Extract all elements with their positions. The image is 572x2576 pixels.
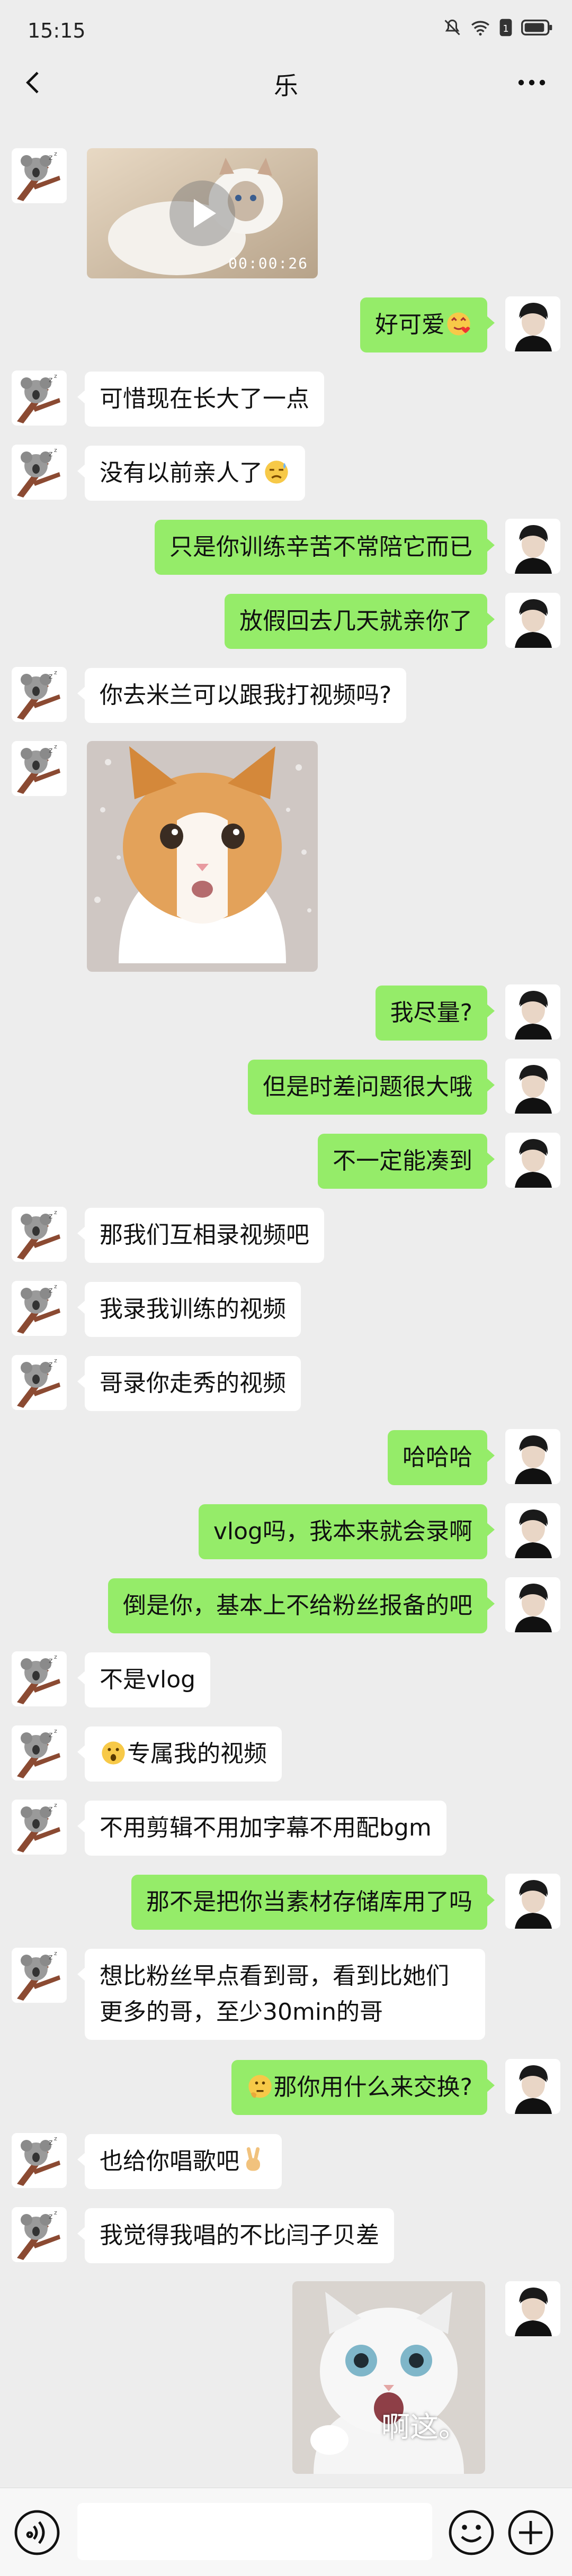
message-bubble[interactable]: 我觉得我唱的不比闫子贝差	[77, 2208, 394, 2263]
contact-avatar[interactable]	[12, 1207, 67, 1262]
sim-icon: 1	[499, 18, 513, 37]
surprised-face-icon	[102, 1741, 125, 1765]
contact-avatar[interactable]	[12, 1355, 67, 1410]
message-bubble[interactable]: 专属我的视频	[77, 1727, 282, 1782]
message-input[interactable]	[77, 2503, 432, 2560]
sticker-image[interactable]: 啊这。	[292, 2281, 485, 2474]
message-bubble[interactable]: 没有以前亲人了	[77, 446, 305, 501]
my-avatar[interactable]	[505, 984, 560, 1040]
message-bubble[interactable]: 可惜现在长大了一点	[77, 372, 324, 427]
smiley-icon	[449, 2510, 494, 2555]
emoji-button[interactable]	[447, 2508, 496, 2557]
video-duration: 00:00:26	[228, 255, 308, 272]
contact-avatar[interactable]	[12, 667, 67, 722]
message-bubble[interactable]: 好可爱	[360, 297, 495, 352]
wifi-icon	[470, 19, 490, 37]
video-message[interactable]: 00:00:26	[87, 148, 318, 278]
message-bubble[interactable]: 倒是你，基本上不给粉丝报备的吧	[108, 1578, 495, 1633]
contact-avatar[interactable]	[12, 1725, 67, 1780]
message-bubble[interactable]: 我录我训练的视频	[77, 1282, 301, 1337]
cat-photo[interactable]	[87, 741, 318, 972]
input-bar	[0, 2488, 572, 2576]
message-bubble[interactable]: 那我们互相录视频吧	[77, 1208, 324, 1263]
plus-icon	[508, 2510, 553, 2555]
contact-avatar[interactable]	[12, 1948, 67, 2003]
message-bubble[interactable]: 放假回去几天就亲你了	[225, 594, 495, 649]
mute-icon	[443, 18, 462, 37]
my-avatar[interactable]	[505, 1577, 560, 1632]
my-avatar[interactable]	[505, 519, 560, 574]
my-avatar[interactable]	[505, 1133, 560, 1188]
heart-face-icon	[447, 312, 470, 336]
sticker-caption: 啊这。	[381, 2410, 467, 2444]
more-functions-button[interactable]	[506, 2508, 555, 2557]
message-bubble[interactable]: 不用剪辑不用加字幕不用配bgm	[77, 1801, 446, 1856]
message-bubble[interactable]: 不一定能凑到	[318, 1134, 495, 1189]
contact-avatar[interactable]	[12, 1281, 67, 1336]
status-bar: 15:15 1	[0, 0, 572, 59]
my-avatar[interactable]	[505, 1059, 560, 1114]
my-avatar[interactable]	[505, 593, 560, 648]
message-bubble[interactable]: 也给你唱歌吧	[77, 2134, 282, 2189]
message-bubble[interactable]: 那你用什么来交换?	[231, 2060, 495, 2115]
status-time: 15:15	[28, 19, 86, 42]
contact-avatar[interactable]	[12, 1651, 67, 1706]
contact-avatar[interactable]	[12, 2207, 67, 2262]
my-avatar[interactable]	[505, 2059, 560, 2114]
victory-hand-icon	[246, 2147, 260, 2171]
message-bubble[interactable]: 我尽量?	[375, 986, 495, 1041]
thinking-face-icon	[248, 2075, 272, 2098]
message-bubble[interactable]: 想比粉丝早点看到哥，看到比她们更多的哥，至少30min的哥	[77, 1949, 485, 2040]
my-avatar[interactable]	[505, 296, 560, 351]
message-bubble[interactable]: 只是你训练辛苦不常陪它而已	[155, 520, 495, 575]
sweat-face-icon	[265, 460, 288, 484]
svg-text:1: 1	[503, 23, 508, 34]
contact-avatar[interactable]	[12, 445, 67, 500]
contact-avatar[interactable]	[12, 148, 67, 203]
my-avatar[interactable]	[505, 1503, 560, 1558]
more-button[interactable]	[513, 68, 551, 97]
my-avatar[interactable]	[505, 2281, 560, 2336]
message-bubble[interactable]: 你去米兰可以跟我打视频吗?	[77, 668, 407, 723]
message-bubble[interactable]: vlog吗，我本来就会录啊	[198, 1504, 495, 1559]
contact-avatar[interactable]	[12, 370, 67, 426]
my-avatar[interactable]	[505, 1429, 560, 1484]
contact-avatar[interactable]	[12, 741, 67, 796]
voice-icon	[14, 2510, 60, 2555]
battery-icon	[521, 19, 553, 36]
chat-header: 乐	[0, 59, 572, 106]
status-icons: 1	[443, 18, 553, 37]
message-bubble[interactable]: 那不是把你当素材存储库用了吗	[131, 1875, 495, 1930]
my-avatar[interactable]	[505, 1874, 560, 1929]
message-bubble[interactable]: 哥录你走秀的视频	[77, 1356, 301, 1411]
contact-avatar[interactable]	[12, 1800, 67, 1855]
message-bubble[interactable]: 不是vlog	[77, 1652, 211, 1707]
more-dots-icon	[518, 79, 546, 86]
contact-avatar[interactable]	[12, 2133, 67, 2188]
message-bubble[interactable]: 但是时差问题很大哦	[248, 1060, 495, 1115]
voice-button[interactable]	[13, 2508, 61, 2557]
chat-title: 乐	[274, 71, 298, 100]
message-bubble[interactable]: 哈哈哈	[388, 1430, 495, 1485]
